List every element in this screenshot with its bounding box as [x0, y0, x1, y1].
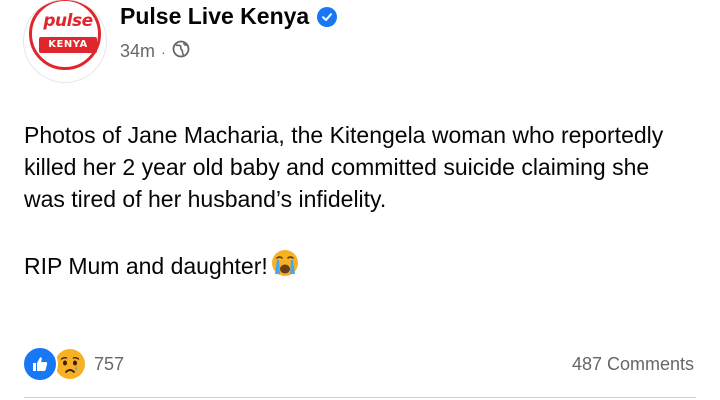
logo-country-text: KENYA [39, 37, 97, 53]
verified-badge-icon [317, 6, 338, 27]
post-paragraph-2-text: RIP Mum and daughter! [24, 252, 268, 279]
logo-brand-text: pulse [43, 11, 93, 31]
page-name[interactable]: Pulse Live Kenya [120, 3, 309, 30]
loudly-crying-face-icon [270, 248, 300, 287]
post-paragraph-2: RIP Mum and daughter! [24, 248, 684, 287]
meta-separator: · [161, 43, 166, 60]
comments-count[interactable]: 487 Comments [572, 354, 694, 375]
post-body: Photos of Jane Macharia, the Kitengela w… [24, 120, 684, 287]
post-paragraph-1: Photos of Jane Macharia, the Kitengela w… [24, 122, 664, 212]
reaction-count: 757 [94, 353, 125, 374]
post-card: pulse KENYA Pulse Live Kenya 34m · Photo… [0, 0, 720, 400]
post-meta: 34m · [120, 40, 190, 63]
page-avatar[interactable]: pulse KENYA [24, 0, 106, 82]
pulse-kenya-logo: pulse KENYA [29, 0, 101, 70]
reactions-summary[interactable]: 757 [22, 346, 124, 382]
post-timestamp[interactable]: 34m [120, 41, 155, 62]
page-name-row: Pulse Live Kenya [120, 3, 338, 30]
divider [24, 397, 696, 398]
globe-icon [172, 40, 190, 63]
like-icon [22, 346, 58, 382]
